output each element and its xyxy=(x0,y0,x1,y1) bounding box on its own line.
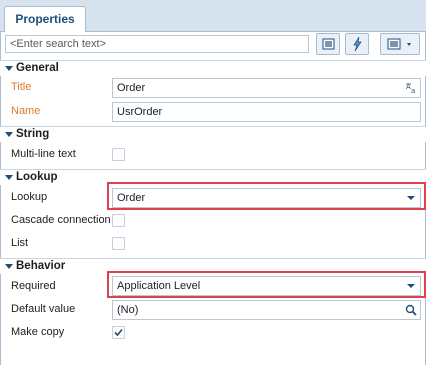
list-view-button[interactable] xyxy=(316,33,340,55)
lookup-dropdown-button[interactable] xyxy=(402,189,420,207)
collapse-triangle-icon xyxy=(5,175,13,180)
lightning-icon xyxy=(353,36,362,52)
title-field[interactable]: Order A a xyxy=(112,78,421,98)
section-behavior-title: Behavior xyxy=(16,260,66,272)
title-label: Title xyxy=(11,81,32,93)
collapse-triangle-icon xyxy=(5,66,13,71)
section-string-title: String xyxy=(16,128,50,140)
multiline-checkbox[interactable] xyxy=(112,148,125,161)
default-value-search-button[interactable] xyxy=(402,301,420,319)
section-string[interactable]: String xyxy=(0,127,426,142)
section-lookup-title: Lookup xyxy=(16,171,58,183)
translate-icon: A a xyxy=(406,83,415,95)
default-value: (No) xyxy=(117,304,139,316)
checkmark-icon xyxy=(114,328,123,337)
lookup-select[interactable]: Order xyxy=(112,188,421,208)
list-view-icon xyxy=(322,38,335,50)
lookup-label: Lookup xyxy=(11,191,48,203)
settings-list-icon xyxy=(387,38,411,50)
title-value: Order xyxy=(117,82,146,94)
required-select[interactable]: Application Level xyxy=(112,276,421,296)
collapse-triangle-icon xyxy=(5,132,13,137)
collapse-triangle-icon xyxy=(5,264,13,269)
chevron-down-icon xyxy=(407,284,415,288)
svg-text:a: a xyxy=(411,87,415,95)
chevron-down-icon xyxy=(407,196,415,200)
tab-properties[interactable]: Properties xyxy=(4,6,86,33)
list-label: List xyxy=(11,237,29,249)
default-value-label: Default value xyxy=(11,303,76,315)
lookup-value: Order xyxy=(117,192,146,204)
name-value: UsrOrder xyxy=(117,106,163,118)
cascade-checkbox[interactable] xyxy=(112,214,125,227)
name-field[interactable]: UsrOrder xyxy=(112,102,421,122)
required-value: Application Level xyxy=(117,280,201,292)
name-label: Name xyxy=(11,105,41,117)
translate-button[interactable]: A a xyxy=(402,79,420,97)
required-label: Required xyxy=(11,280,56,292)
multiline-label: Multi-line text xyxy=(11,148,76,160)
settings-menu-button[interactable] xyxy=(380,33,420,55)
make-copy-label: Make copy xyxy=(11,326,65,338)
search-input[interactable] xyxy=(5,35,309,53)
default-value-field[interactable]: (No) xyxy=(112,300,421,320)
required-dropdown-button[interactable] xyxy=(402,277,420,295)
make-copy-checkbox[interactable] xyxy=(112,326,125,339)
section-general-title: General xyxy=(16,62,59,74)
search-icon xyxy=(405,304,417,316)
cascade-label: Cascade connection xyxy=(11,214,111,226)
lightning-button[interactable] xyxy=(345,33,369,55)
section-general[interactable]: General xyxy=(0,61,426,76)
list-checkbox[interactable] xyxy=(112,237,125,250)
